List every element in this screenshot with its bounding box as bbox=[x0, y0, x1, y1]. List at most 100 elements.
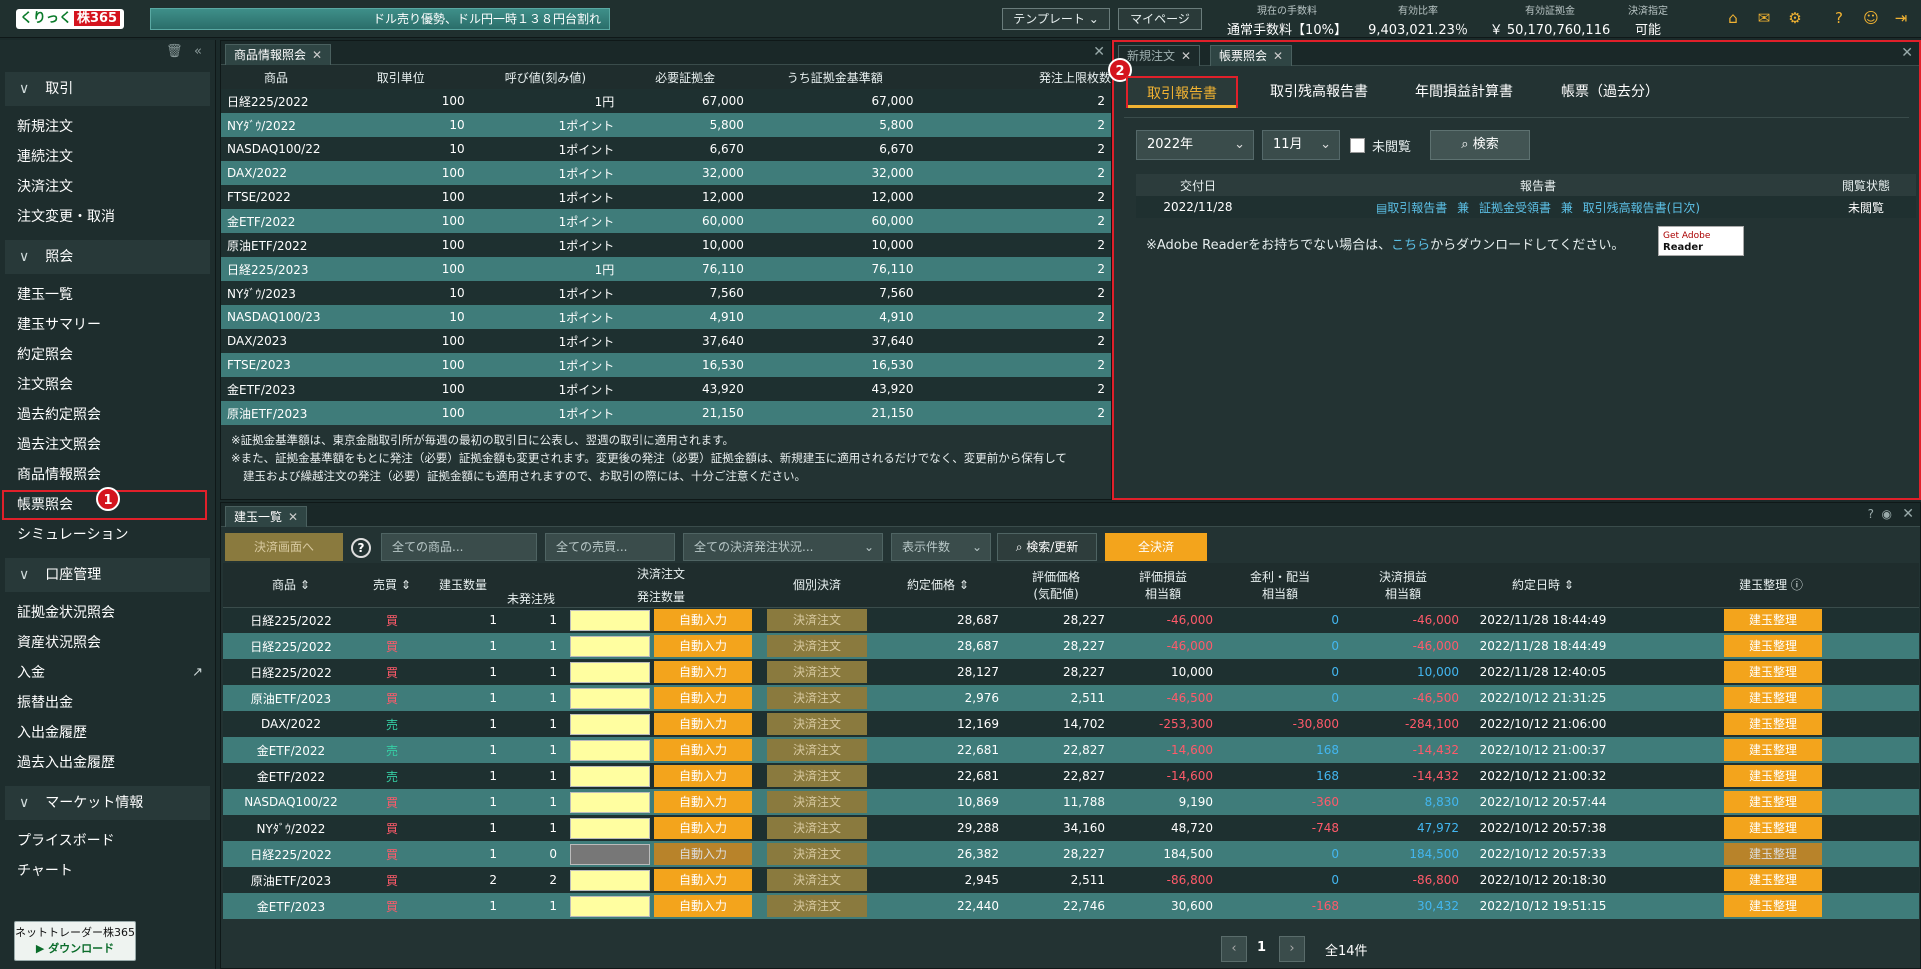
sidebar-item-cash-history[interactable]: 入出金履歴 bbox=[0, 718, 215, 748]
sidebar-item-transfer-withdraw[interactable]: 振替出金 bbox=[0, 688, 215, 718]
logout-icon[interactable]: ⇥ bbox=[1892, 9, 1910, 27]
sidebar-item-simulation[interactable]: シミュレーション bbox=[0, 520, 215, 550]
user-icon[interactable]: ☺ bbox=[1862, 9, 1880, 27]
eye-icon[interactable]: ◉ bbox=[1882, 507, 1892, 521]
sidebar-item-orders[interactable]: 注文照会 bbox=[0, 370, 215, 400]
arrange-button[interactable]: 建玉整理 bbox=[1724, 817, 1822, 839]
arrange-button[interactable]: 建玉整理 bbox=[1724, 895, 1822, 917]
settle-order-button[interactable]: 決済注文 bbox=[767, 635, 867, 657]
download-button[interactable]: ネットトレーダー株365 ▶ ダウンロード bbox=[14, 921, 136, 961]
help-icon[interactable]: ? bbox=[351, 538, 371, 558]
order-qty-input[interactable] bbox=[570, 895, 650, 917]
prev-page-button[interactable]: ‹ bbox=[1221, 936, 1247, 962]
sidebar-item-asset-status[interactable]: 資産状況照会 bbox=[0, 628, 215, 658]
arrange-button[interactable]: 建玉整理 bbox=[1724, 869, 1822, 891]
settle-order-button[interactable]: 決済注文 bbox=[767, 817, 867, 839]
tab-reports[interactable]: 帳票照会 ✕ bbox=[1210, 45, 1293, 66]
settle-order-button[interactable]: 決済注文 bbox=[767, 687, 867, 709]
close-icon[interactable]: ✕ bbox=[1901, 45, 1913, 61]
arrange-button[interactable]: 建玉整理 bbox=[1724, 635, 1822, 657]
auto-input-button[interactable]: 自動入力 bbox=[654, 895, 752, 917]
settle-order-button[interactable]: 決済注文 bbox=[767, 869, 867, 891]
sidebar-item-margin-status[interactable]: 証拠金状況照会 bbox=[0, 598, 215, 628]
col-eval-price[interactable]: 評価価格 (気配値) bbox=[1003, 563, 1109, 608]
col-eval-pl[interactable]: 評価損益 相当額 bbox=[1109, 563, 1217, 608]
collapse-icon[interactable]: « bbox=[194, 44, 202, 59]
gear-icon[interactable]: ⚙ bbox=[1786, 9, 1804, 27]
subtab-annual-pl[interactable]: 年間損益計算書 bbox=[1394, 76, 1534, 108]
sidebar-item-product-info[interactable]: 商品情報照会 bbox=[0, 460, 215, 490]
auto-input-button[interactable]: 自動入力 bbox=[654, 869, 752, 891]
sidebar-item-order-change[interactable]: 注文変更・取消 bbox=[0, 202, 215, 232]
adobe-link[interactable]: こちら bbox=[1391, 238, 1430, 253]
search-update-button[interactable]: ⌕ 検索/更新 bbox=[997, 533, 1097, 561]
order-qty-input[interactable] bbox=[570, 687, 650, 709]
settle-order-button[interactable]: 決済注文 bbox=[767, 713, 867, 735]
auto-input-button[interactable]: 自動入力 bbox=[654, 687, 752, 709]
close-icon[interactable]: ✕ bbox=[1181, 49, 1191, 63]
sidebar-item-price-board[interactable]: プライスボード bbox=[0, 826, 215, 856]
margin-receipt-link[interactable]: 証拠金受領書 bbox=[1479, 201, 1551, 215]
sidebar-item-past-orders[interactable]: 過去注文照会 bbox=[0, 430, 215, 460]
order-qty-input[interactable] bbox=[570, 843, 650, 865]
arrange-button[interactable]: 建玉整理 bbox=[1724, 609, 1822, 632]
sidebar-item-past-cash-history[interactable]: 過去入出金履歴 bbox=[0, 748, 215, 778]
close-icon[interactable]: ✕ bbox=[1902, 506, 1914, 522]
sidebar-item-positions[interactable]: 建玉一覧 bbox=[0, 280, 215, 310]
year-select[interactable]: 2022年 ⌄ bbox=[1136, 130, 1254, 160]
arrange-button[interactable]: 建玉整理 bbox=[1724, 687, 1822, 709]
section-account[interactable]: ∨ 口座管理 bbox=[5, 558, 210, 592]
auto-input-button[interactable]: 自動入力 bbox=[654, 817, 752, 839]
auto-input-button[interactable]: 自動入力 bbox=[654, 661, 752, 683]
arrange-button[interactable]: 建玉整理 bbox=[1724, 843, 1822, 865]
mypage-button[interactable]: マイページ bbox=[1118, 8, 1202, 30]
auto-input-button[interactable]: 自動入力 bbox=[654, 791, 752, 813]
close-icon[interactable]: ✕ bbox=[288, 510, 298, 524]
sidebar-item-position-summary[interactable]: 建玉サマリー bbox=[0, 310, 215, 340]
col-price[interactable]: 約定価格 ⇕ bbox=[873, 563, 1003, 608]
status-filter[interactable]: 全ての決済発注状況... ⌄ bbox=[683, 533, 883, 561]
tab-positions[interactable]: 建玉一覧 ✕ bbox=[225, 506, 308, 527]
sidebar-item-executions[interactable]: 約定照会 bbox=[0, 340, 215, 370]
col-interest[interactable]: 金利・配当 相当額 bbox=[1217, 563, 1343, 608]
mail-icon[interactable]: ✉ bbox=[1755, 9, 1773, 27]
settle-order-button[interactable]: 決済注文 bbox=[767, 609, 867, 632]
help-icon[interactable]: ? bbox=[1830, 9, 1848, 27]
order-qty-input[interactable] bbox=[570, 817, 650, 839]
arrange-button[interactable]: 建玉整理 bbox=[1724, 765, 1822, 787]
balance-report-link[interactable]: 取引残高報告書(日次) bbox=[1583, 201, 1700, 215]
settle-order-button[interactable]: 決済注文 bbox=[767, 765, 867, 787]
section-trade[interactable]: ∨ 取引 bbox=[5, 72, 210, 106]
close-icon[interactable]: ✕ bbox=[1273, 49, 1283, 63]
sidebar-item-new-order[interactable]: 新規注文 bbox=[0, 112, 215, 142]
arrange-button[interactable]: 建玉整理 bbox=[1724, 661, 1822, 683]
auto-input-button[interactable]: 自動入力 bbox=[654, 843, 752, 865]
get-adobe-reader-badge[interactable]: Get Adobe Reader bbox=[1658, 226, 1744, 256]
next-page-button[interactable]: › bbox=[1279, 936, 1305, 962]
col-side[interactable]: 売買 ⇕ bbox=[359, 563, 425, 608]
section-inquiry[interactable]: ∨ 照会 bbox=[5, 240, 210, 274]
display-count-select[interactable]: 表示件数 ⌄ bbox=[891, 533, 991, 561]
col-product[interactable]: 商品 ⇕ bbox=[223, 563, 359, 608]
order-qty-input[interactable] bbox=[570, 791, 650, 813]
settle-order-button[interactable]: 決済注文 bbox=[767, 661, 867, 683]
settle-order-button[interactable]: 決済注文 bbox=[767, 843, 867, 865]
col-datetime[interactable]: 約定日時 ⇕ bbox=[1463, 563, 1623, 608]
help-icon[interactable]: ? bbox=[1868, 507, 1874, 521]
arrange-button[interactable]: 建玉整理 bbox=[1724, 739, 1822, 761]
unread-checkbox[interactable] bbox=[1350, 138, 1365, 153]
auto-input-button[interactable]: 自動入力 bbox=[654, 635, 752, 657]
template-dropdown[interactable]: テンプレート ⌄ bbox=[1002, 8, 1110, 30]
settle-order-button[interactable]: 決済注文 bbox=[767, 791, 867, 813]
arrange-button[interactable]: 建玉整理 bbox=[1724, 713, 1822, 735]
month-select[interactable]: 11月 ⌄ bbox=[1262, 130, 1340, 160]
order-qty-input[interactable] bbox=[570, 739, 650, 761]
section-market[interactable]: ∨ マーケット情報 bbox=[5, 786, 210, 820]
logo[interactable]: くりっく 株365 bbox=[16, 9, 124, 29]
settle-order-button[interactable]: 決済注文 bbox=[767, 895, 867, 917]
product-filter[interactable]: 全ての商品... bbox=[381, 533, 537, 561]
order-qty-input[interactable] bbox=[570, 869, 650, 891]
news-ticker[interactable]: ドル売り優勢、ドル円一時１３８円台割れ bbox=[150, 8, 610, 30]
auto-input-button[interactable]: 自動入力 bbox=[654, 765, 752, 787]
sidebar-item-continuous-order[interactable]: 連続注文 bbox=[0, 142, 215, 172]
